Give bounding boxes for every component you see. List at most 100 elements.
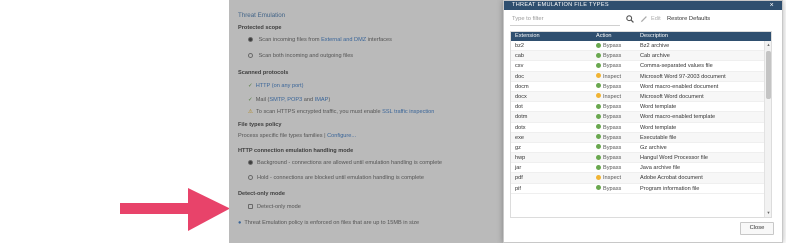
action-label: Bypass <box>603 53 622 60</box>
protected-scope-heading: Protected scope <box>238 25 282 31</box>
cell-action[interactable]: Bypass <box>592 51 636 60</box>
protocol-http[interactable]: ✓ HTTP (on any port) <box>248 83 303 89</box>
inspect-icon <box>596 174 601 180</box>
inspect-icon <box>596 73 601 79</box>
restore-defaults-button[interactable]: Restore Defaults <box>667 16 710 22</box>
cell-description: Bz2 archive <box>640 43 670 49</box>
detect-only-heading: Detect-only mode <box>238 191 285 197</box>
cell-description: Comma-separated values file <box>640 63 713 70</box>
table-row[interactable]: csv Bypass Comma-separated values file <box>511 61 771 72</box>
http-mode-background[interactable]: Background - connections are allowed unt… <box>248 160 442 166</box>
table-row[interactable]: exe Bypass Executable file <box>511 132 771 143</box>
imap-link[interactable]: IMAP <box>315 97 329 103</box>
cell-action[interactable]: Bypass <box>592 184 636 193</box>
cell-action[interactable]: Bypass <box>592 133 636 142</box>
table-row[interactable]: gz Bypass Gz archive <box>511 143 771 154</box>
cell-description: Cab archive <box>640 53 670 60</box>
table-row[interactable]: dotx Bypass Word template <box>511 123 771 133</box>
table-row[interactable]: pdf Inspect Adobe Acrobat document <box>511 173 771 184</box>
scroll-up-icon[interactable]: ▲ <box>766 42 771 48</box>
file-types-dialog: THREAT EMULATION FILE TYPES × Type to fi… <box>503 0 783 243</box>
action-label: Bypass <box>603 144 622 151</box>
scroll-thumb[interactable] <box>766 51 771 99</box>
scroll-down-icon[interactable]: ▼ <box>766 210 771 216</box>
scope-option-incoming[interactable]: Scan incoming files from External and DM… <box>248 37 392 43</box>
action-label: Bypass <box>603 155 622 162</box>
cell-extension: cab <box>515 53 525 60</box>
column-header-description[interactable]: Description <box>636 32 771 41</box>
http-mode-hold[interactable]: Hold - connections are blocked until emu… <box>248 175 424 181</box>
radio-unselected-icon <box>248 53 253 59</box>
table-row[interactable]: dotm Bypass Word macro-enabled template <box>511 112 771 123</box>
table-row[interactable]: doc Inspect Microsoft Word 97-2003 documen… <box>511 71 771 82</box>
pencil-icon[interactable] <box>640 15 648 23</box>
scope-option-both[interactable]: Scan both incoming and outgoing files <box>248 53 353 59</box>
cell-extension: pdf <box>515 175 523 182</box>
bypass-icon <box>596 185 601 191</box>
action-label: Inspect <box>603 93 622 100</box>
cell-extension: gz <box>515 144 521 151</box>
bypass-icon <box>596 52 601 58</box>
inspect-icon <box>596 93 601 99</box>
table-row[interactable]: cab Bypass Cab archive <box>511 51 771 62</box>
edit-button[interactable]: Edit <box>651 16 661 22</box>
radio-selected-icon <box>248 37 253 43</box>
dialog-titlebar: THREAT EMULATION FILE TYPES × <box>504 1 782 10</box>
configure-link[interactable]: Configure... <box>327 133 356 139</box>
bypass-icon <box>596 124 601 129</box>
cell-description: Gz archive <box>640 144 667 151</box>
cell-action[interactable]: Inspect <box>592 72 636 81</box>
cell-action[interactable]: Bypass <box>592 123 636 132</box>
cell-action[interactable]: Bypass <box>592 102 636 111</box>
table-row[interactable]: dot Bypass Word template <box>511 102 771 113</box>
table-row[interactable]: jar Bypass Java archive file <box>511 163 771 174</box>
cell-extension: jar <box>515 165 522 172</box>
cell-description: Java archive file <box>640 165 681 172</box>
cell-description: Microsoft Word 97-2003 document <box>640 73 726 80</box>
ssl-inspection-link[interactable]: SSL traffic inspection <box>382 109 434 115</box>
column-header-extension[interactable]: Extension <box>511 32 592 41</box>
table-row[interactable]: pif Bypass Program information file <box>511 184 771 194</box>
cell-action[interactable]: Bypass <box>592 143 636 152</box>
action-label: Bypass <box>603 165 622 172</box>
cell-action[interactable]: Bypass <box>592 61 636 70</box>
external-dmz-link[interactable]: External and DMZ <box>321 37 366 43</box>
action-label: Bypass <box>603 134 622 141</box>
table-scrollbar[interactable]: ▲ ▼ <box>764 41 771 217</box>
cell-action[interactable]: Bypass <box>592 82 636 91</box>
cell-action[interactable]: Bypass <box>592 112 636 121</box>
protocol-mail[interactable]: ✓ Mail (SMTP, POP3 and IMAP) <box>248 97 330 103</box>
pointer-arrow-icon <box>120 188 230 231</box>
table-row[interactable]: docx Inspect Microsoft Word document <box>511 91 771 103</box>
cell-extension: dotm <box>515 114 528 121</box>
close-icon[interactable]: × <box>770 1 774 10</box>
bypass-icon <box>596 62 601 68</box>
cell-action[interactable]: Inspect <box>592 173 636 182</box>
file-types-heading: File types policy <box>238 122 282 128</box>
detect-only-option[interactable]: Detect-only mode <box>248 204 301 210</box>
cell-action[interactable]: Bypass <box>592 163 636 172</box>
table-row[interactable]: bz2 Bypass Bz2 archive <box>511 41 771 52</box>
action-label: Bypass <box>603 104 622 111</box>
table-row[interactable]: docm Bypass Word macro-enabled document <box>511 82 771 92</box>
cell-action[interactable]: Inspect <box>592 92 636 101</box>
smtp-pop3-link[interactable]: SMTP, POP3 <box>269 97 302 103</box>
cell-extension: bz2 <box>515 43 525 49</box>
file-types-text: Process specific file types families | C… <box>238 133 357 139</box>
search-icon[interactable] <box>626 15 634 23</box>
cell-action[interactable]: Bypass <box>592 41 636 50</box>
cell-action[interactable]: Bypass <box>592 153 636 162</box>
action-label: Inspect <box>603 175 622 182</box>
panel-title: Threat Emulation <box>238 12 286 19</box>
column-header-action[interactable]: Action <box>592 32 636 41</box>
close-button[interactable]: Close <box>740 222 774 235</box>
info-icon: ● <box>238 220 242 226</box>
checkbox-icon <box>248 204 253 210</box>
cell-extension: docm <box>515 83 529 90</box>
file-types-table: Extension Action Description bz2 Bypass Bz… <box>510 31 772 218</box>
bypass-icon <box>596 103 601 109</box>
action-label: Bypass <box>603 83 622 90</box>
table-row[interactable]: hwp Bypass Hangul Word Processor file <box>511 153 771 164</box>
filter-input[interactable]: Type to filter <box>510 13 620 26</box>
table-body: bz2 Bypass Bz2 archive cab Bypass Cab archive… <box>511 41 771 194</box>
